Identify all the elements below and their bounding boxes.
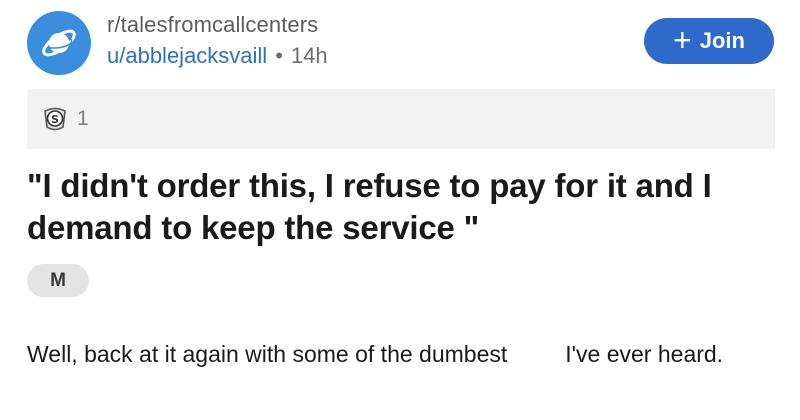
post-body: Well, back at it again with some of the … xyxy=(27,339,787,369)
post-body-text-end: I've ever heard. xyxy=(565,341,724,367)
award-count: 1 xyxy=(77,107,89,130)
awards-bar: S 1 xyxy=(27,89,775,149)
post-flair[interactable]: M xyxy=(27,264,89,297)
post-age: 14h xyxy=(290,43,328,68)
join-button-label: Join xyxy=(699,28,745,53)
join-button[interactable]: + Join xyxy=(644,18,774,64)
post-body-text-start: Well, back at it again with some of the … xyxy=(27,341,508,367)
silver-award-icon[interactable]: S xyxy=(41,105,69,133)
post-meta: r/talesfromcallcenters u/abblejacksvaill… xyxy=(107,11,328,70)
post-title[interactable]: "I didn't order this, I refuse to pay fo… xyxy=(27,165,787,249)
author-username[interactable]: u/abblejacksvaill xyxy=(107,42,267,70)
meta-separator: • xyxy=(275,43,283,68)
subreddit-avatar[interactable] xyxy=(27,11,91,75)
planet-icon xyxy=(39,23,79,63)
plus-icon: + xyxy=(673,21,692,58)
subreddit-name[interactable]: r/talesfromcallcenters xyxy=(107,11,328,39)
svg-text:S: S xyxy=(51,113,59,126)
author-line: u/abblejacksvaill • 14h xyxy=(107,42,328,70)
